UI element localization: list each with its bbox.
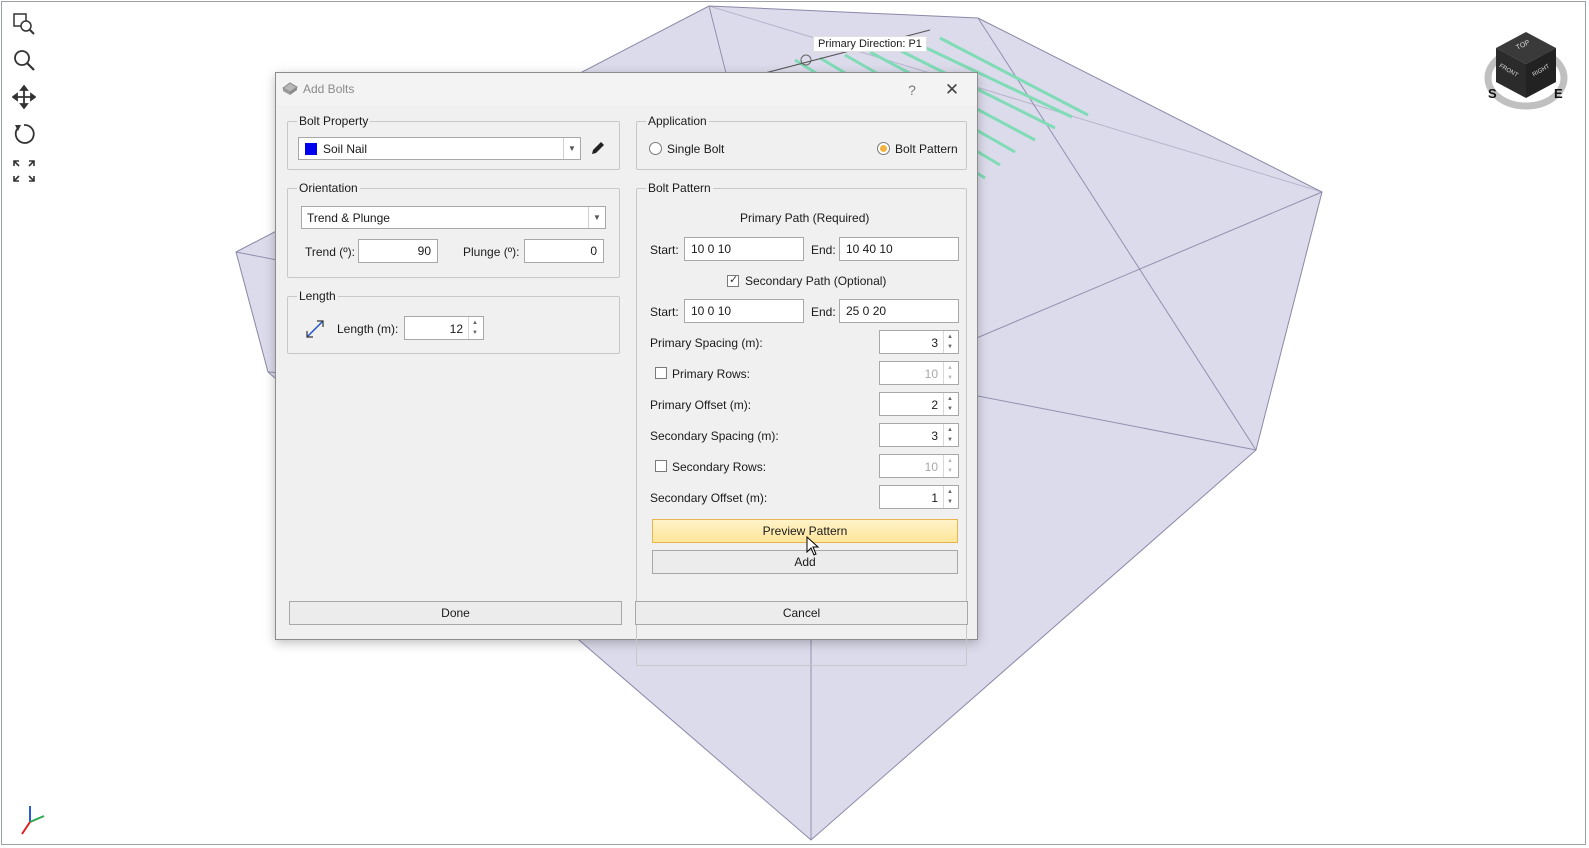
done-button[interactable]: Done xyxy=(289,601,622,625)
primary-rows-label[interactable]: Primary Rows: xyxy=(672,367,750,381)
plunge-label: Plunge (º): xyxy=(463,245,520,259)
secondary-spacing-spinner[interactable]: 3 ▲ ▼ xyxy=(879,423,959,447)
pan-icon[interactable] xyxy=(10,83,38,111)
primary-rows-checkbox[interactable] xyxy=(655,367,667,379)
secondary-offset-spinner[interactable]: 1 ▲ ▼ xyxy=(879,485,959,509)
primary-spacing-label: Primary Spacing (m): xyxy=(650,336,763,350)
primary-end-label: End: xyxy=(811,243,836,257)
spin-up-icon[interactable]: ▲ xyxy=(947,334,953,340)
bolt-app-icon xyxy=(282,82,298,95)
secondary-start-label: Start: xyxy=(650,305,679,319)
spin-up-icon[interactable]: ▲ xyxy=(947,396,953,402)
application-legend: Application xyxy=(648,114,707,128)
cancel-button[interactable]: Cancel xyxy=(635,601,968,625)
bolt-pattern-legend: Bolt Pattern xyxy=(648,181,711,195)
length-spinner[interactable]: 12 ▲ ▼ xyxy=(404,316,484,340)
secondary-offset-value: 1 xyxy=(931,491,938,505)
primary-offset-label: Primary Offset (m): xyxy=(650,398,752,412)
single-bolt-radio[interactable] xyxy=(649,142,662,155)
orientation-method-select[interactable]: Trend & Plunge ▼ xyxy=(301,206,606,229)
secondary-offset-label: Secondary Offset (m): xyxy=(650,491,768,505)
preview-pattern-button[interactable]: Preview Pattern xyxy=(652,519,958,543)
secondary-spacing-label: Secondary Spacing (m): xyxy=(650,429,779,443)
primary-start-label: Start: xyxy=(650,243,679,257)
axis-triad-icon xyxy=(16,802,46,838)
view-cube[interactable]: TOP FRONT RIGHT S E xyxy=(1484,28,1568,112)
secondary-rows-value: 10 xyxy=(924,460,938,474)
bolt-color-swatch xyxy=(305,143,317,155)
primary-end-input[interactable] xyxy=(839,237,959,261)
add-button[interactable]: Add xyxy=(652,550,958,574)
compass-e: E xyxy=(1554,86,1563,101)
spin-down-icon[interactable]: ▼ xyxy=(472,330,478,336)
primary-path-heading: Primary Path (Required) xyxy=(740,211,870,225)
plunge-input[interactable] xyxy=(524,239,604,263)
spin-up-icon[interactable]: ▲ xyxy=(947,458,953,464)
primary-direction-label: Primary Direction: P1 xyxy=(813,36,927,52)
secondary-end-input[interactable] xyxy=(839,299,959,323)
secondary-rows-spinner[interactable]: 10 ▲ ▼ xyxy=(879,454,959,478)
primary-start-input[interactable] xyxy=(684,237,804,261)
primary-offset-value: 2 xyxy=(931,398,938,412)
bolt-pattern-label[interactable]: Bolt Pattern xyxy=(895,142,958,156)
zoom-extents-icon[interactable] xyxy=(10,157,38,185)
orientation-group: Orientation xyxy=(287,181,620,278)
edit-pencil-icon[interactable] xyxy=(589,139,609,159)
spin-down-icon[interactable]: ▼ xyxy=(947,406,953,412)
length-value: 12 xyxy=(449,322,463,336)
secondary-end-label: End: xyxy=(811,305,836,319)
mouse-cursor-icon xyxy=(806,535,820,556)
primary-offset-spinner[interactable]: 2 ▲ ▼ xyxy=(879,392,959,416)
dialog-titlebar[interactable]: Add Bolts ? ✕ xyxy=(276,73,977,105)
dialog-title: Add Bolts xyxy=(303,82,355,96)
length-measure-icon xyxy=(304,318,326,340)
spin-down-icon[interactable]: ▼ xyxy=(947,375,953,381)
add-bolts-dialog: Add Bolts ? ✕ Bolt Property Soil Nail ▼ … xyxy=(275,72,978,666)
spin-up-icon[interactable]: ▲ xyxy=(947,427,953,433)
primary-spacing-value: 3 xyxy=(931,336,938,350)
secondary-path-label[interactable]: Secondary Path (Optional) xyxy=(745,274,886,288)
secondary-rows-label[interactable]: Secondary Rows: xyxy=(672,460,766,474)
spin-up-icon[interactable]: ▲ xyxy=(472,320,478,326)
trend-label: Trend (º): xyxy=(305,245,355,259)
rotate-icon[interactable] xyxy=(10,120,38,148)
chevron-down-icon[interactable]: ▼ xyxy=(563,138,580,159)
spin-down-icon[interactable]: ▼ xyxy=(947,344,953,350)
primary-spacing-spinner[interactable]: 3 ▲ ▼ xyxy=(879,330,959,354)
spin-down-icon[interactable]: ▼ xyxy=(947,437,953,443)
help-button[interactable]: ? xyxy=(901,80,923,100)
compass-s: S xyxy=(1488,86,1497,101)
length-label: Length (m): xyxy=(337,322,399,336)
spin-down-icon[interactable]: ▼ xyxy=(947,499,953,505)
single-bolt-label[interactable]: Single Bolt xyxy=(667,142,724,156)
secondary-start-input[interactable] xyxy=(684,299,804,323)
bolt-property-value: Soil Nail xyxy=(323,142,368,156)
bolt-property-legend: Bolt Property xyxy=(299,114,369,128)
spin-down-icon[interactable]: ▼ xyxy=(947,468,953,474)
chevron-down-icon[interactable]: ▼ xyxy=(588,207,605,228)
zoom-icon[interactable] xyxy=(10,46,38,74)
length-legend: Length xyxy=(299,289,336,303)
close-button[interactable]: ✕ xyxy=(940,79,964,101)
spin-up-icon[interactable]: ▲ xyxy=(947,489,953,495)
orientation-method-value: Trend & Plunge xyxy=(307,211,390,225)
secondary-spacing-value: 3 xyxy=(931,429,938,443)
spin-up-icon[interactable]: ▲ xyxy=(947,365,953,371)
primary-rows-value: 10 xyxy=(924,367,938,381)
orientation-legend: Orientation xyxy=(299,181,358,195)
bolt-pattern-radio[interactable] xyxy=(877,142,890,155)
primary-rows-spinner[interactable]: 10 ▲ ▼ xyxy=(879,361,959,385)
secondary-rows-checkbox[interactable] xyxy=(655,460,667,472)
secondary-path-checkbox[interactable] xyxy=(727,273,739,287)
trend-input[interactable] xyxy=(358,239,438,263)
bolt-property-select[interactable]: Soil Nail ▼ xyxy=(298,137,581,160)
zoom-window-icon[interactable] xyxy=(10,10,38,38)
